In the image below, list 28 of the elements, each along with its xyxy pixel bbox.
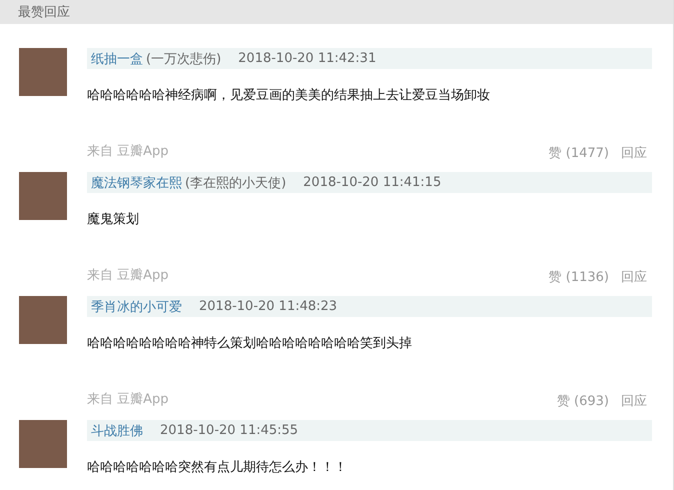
reply-link[interactable]: 回应 <box>621 268 647 286</box>
comment-time: 2018-10-20 11:41:15 <box>303 175 442 190</box>
author-link[interactable]: 斗战胜佛 <box>91 422 143 440</box>
comment-text: 哈哈哈哈哈哈哈哈神特么策划哈哈哈哈哈哈哈哈笑到头掉 <box>87 335 413 353</box>
author-nickname: (一万次悲伤) <box>146 50 222 68</box>
comment-source: 来自 豆瓣App <box>87 143 169 160</box>
comment-time: 2018-10-20 11:48:23 <box>199 299 338 314</box>
avatar-photo-placeholder[interactable] <box>19 296 67 344</box>
avatar-photo-placeholder[interactable] <box>19 172 67 220</box>
comment-text: 哈哈哈哈哈哈哈突然有点儿期待怎么办！！！ <box>87 459 348 477</box>
author-nickname: (李在熙的小天使) <box>185 174 286 192</box>
comment-source: 来自 豆瓣App <box>87 391 169 408</box>
reply-link[interactable]: 回应 <box>621 144 647 162</box>
avatar-photo-placeholder[interactable] <box>19 48 67 96</box>
author-link[interactable]: 季肖冰的小可爱 <box>91 298 182 316</box>
reply-link[interactable]: 回应 <box>621 392 647 410</box>
comment-text: 魔鬼策划 <box>87 211 140 229</box>
section-title: 最赞回应 <box>18 4 70 21</box>
author-link[interactable]: 纸抽一盒 <box>91 50 143 68</box>
comment-source: 来自 豆瓣App <box>87 267 169 284</box>
author-link[interactable]: 魔法钢琴家在熙 <box>91 174 182 192</box>
comment-time: 2018-10-20 11:42:31 <box>238 51 376 66</box>
comment-text: 哈哈哈哈哈哈神经病啊，见爱豆画的美美的结果抽上去让爱豆当场卸妆 <box>87 87 491 105</box>
comment-time: 2018-10-20 11:45:55 <box>160 423 298 438</box>
avatar-photo-placeholder[interactable] <box>19 420 67 468</box>
like-link[interactable]: 赞 (1477) <box>548 144 609 162</box>
like-link[interactable]: 赞 (693) <box>556 392 609 410</box>
like-link[interactable]: 赞 (1136) <box>548 268 609 286</box>
